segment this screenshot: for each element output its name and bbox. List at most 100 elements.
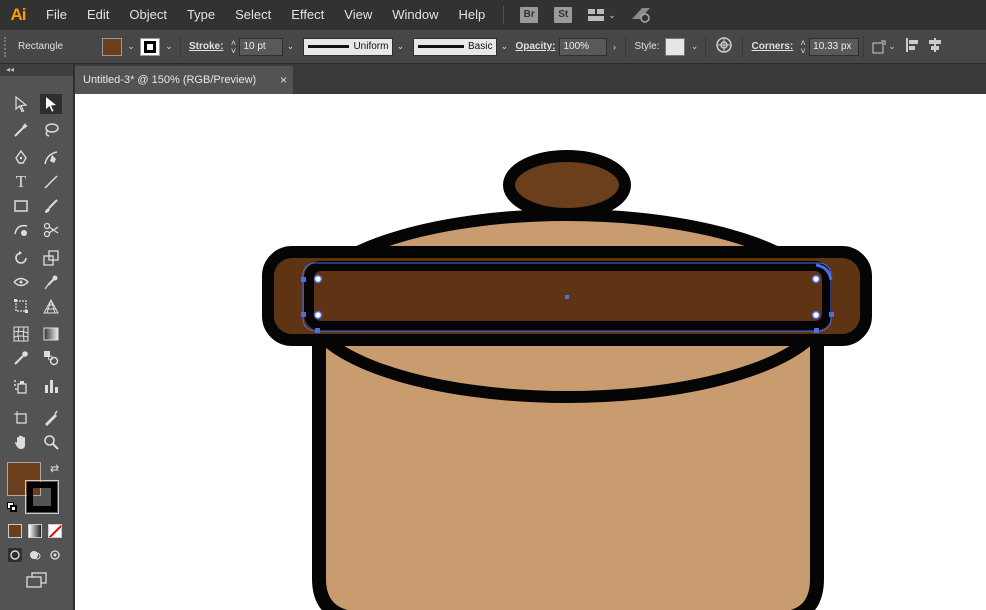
close-tab-icon[interactable]: × xyxy=(280,73,287,87)
variable-width-profile[interactable]: Uniform xyxy=(303,37,394,56)
hand-tool-icon[interactable] xyxy=(10,432,32,452)
blend-tool-icon[interactable] xyxy=(40,348,62,368)
stroke-weight-input[interactable]: 10 pt xyxy=(239,37,284,56)
artwork xyxy=(262,150,872,610)
corners-stepper[interactable]: ˄ ˅ xyxy=(797,38,809,56)
perspective-grid-tool-icon[interactable] xyxy=(40,296,62,316)
width-tool-icon[interactable] xyxy=(10,272,32,292)
opacity-input[interactable]: 100% xyxy=(559,37,608,56)
mesh-tool-icon[interactable] xyxy=(10,324,32,344)
panel-grip[interactable] xyxy=(4,36,10,57)
draw-normal-icon[interactable] xyxy=(8,548,22,562)
direct-selection-tool-icon[interactable] xyxy=(40,94,62,114)
menu-window[interactable]: Window xyxy=(382,0,448,30)
slice-tool-icon[interactable] xyxy=(40,408,62,428)
eyedropper-tool-icon[interactable] xyxy=(10,348,32,368)
scissors-tool-icon[interactable] xyxy=(40,220,62,240)
color-mode-button[interactable] xyxy=(8,524,22,538)
shaper-tool-icon[interactable] xyxy=(10,220,32,240)
default-fill-stroke-icon[interactable] xyxy=(7,502,17,512)
live-corner-widget[interactable] xyxy=(811,274,821,284)
align-center-icon[interactable] xyxy=(928,38,942,55)
none-mode-button[interactable] xyxy=(48,524,62,538)
stroke-label[interactable]: Stroke: xyxy=(189,41,223,52)
brush-definition[interactable]: Basic xyxy=(413,37,498,56)
fill-swatch[interactable] xyxy=(102,37,122,56)
anchor-point[interactable] xyxy=(301,312,306,317)
draw-inside-icon[interactable] xyxy=(48,548,62,562)
menu-view[interactable]: View xyxy=(334,0,382,30)
corners-input[interactable]: 10.33 px xyxy=(809,37,860,56)
menu-file[interactable]: File xyxy=(36,0,77,30)
stroke-weight-stepper[interactable]: ˄ ˅ xyxy=(227,38,239,56)
divider xyxy=(625,35,627,58)
anchor-point[interactable] xyxy=(315,328,320,333)
menu-help[interactable]: Help xyxy=(448,0,495,30)
artboard-canvas[interactable] xyxy=(75,94,986,610)
anchor-point[interactable] xyxy=(829,312,834,317)
magic-wand-tool-icon[interactable] xyxy=(10,120,32,140)
menu-object[interactable]: Object xyxy=(119,0,177,30)
menu-select[interactable]: Select xyxy=(225,0,281,30)
column-graph-tool-icon[interactable] xyxy=(40,376,62,396)
live-corner-widget[interactable] xyxy=(313,310,323,320)
stroke-color-swatch[interactable] xyxy=(25,480,59,514)
puppet-warp-tool-icon[interactable] xyxy=(40,272,62,292)
gpu-performance-icon[interactable] xyxy=(630,5,652,26)
style-dropdown-icon[interactable]: ⌄ xyxy=(687,38,701,56)
gradient-mode-button[interactable] xyxy=(28,524,42,538)
symbol-sprayer-tool-icon[interactable] xyxy=(10,376,32,396)
live-corner-widget[interactable] xyxy=(811,310,821,320)
line-segment-tool-icon[interactable] xyxy=(40,172,62,192)
anchor-point[interactable] xyxy=(814,328,819,333)
style-label: Style: xyxy=(634,41,660,52)
collapse-toolbar-button[interactable]: ◂◂ xyxy=(0,64,73,76)
center-point[interactable] xyxy=(565,295,569,299)
opacity-arrow-icon[interactable]: › xyxy=(607,38,621,56)
align-left-icon[interactable] xyxy=(905,38,920,55)
gradient-tool-icon[interactable] xyxy=(40,324,62,344)
selection-tool-icon[interactable] xyxy=(10,94,32,114)
document-tab-bar: Untitled-3* @ 150% (RGB/Preview) × xyxy=(75,64,986,94)
shape-options-icon[interactable]: ⌄ xyxy=(872,40,896,54)
menu-type[interactable]: Type xyxy=(177,0,225,30)
scale-tool-icon[interactable] xyxy=(40,248,62,268)
rectangle-tool-icon[interactable] xyxy=(10,196,32,216)
fill-dropdown-icon[interactable]: ⌄ xyxy=(124,38,138,56)
stroke-swatch[interactable] xyxy=(140,37,160,56)
menu-edit[interactable]: Edit xyxy=(77,0,119,30)
divider xyxy=(180,35,181,58)
lasso-tool-icon[interactable] xyxy=(40,120,62,140)
rotate-tool-icon[interactable] xyxy=(10,248,32,268)
free-transform-tool-icon[interactable] xyxy=(10,296,32,316)
zoom-tool-icon[interactable] xyxy=(40,432,62,452)
workspace-switcher-icon[interactable]: ⌄ xyxy=(588,9,616,21)
corners-label[interactable]: Corners: xyxy=(751,41,793,52)
curvature-tool-icon[interactable] xyxy=(40,148,62,168)
stroke-profile-label: Uniform xyxy=(353,41,389,52)
document-tab[interactable]: Untitled-3* @ 150% (RGB/Preview) × xyxy=(75,66,293,94)
opacity-label[interactable]: Opacity: xyxy=(515,41,555,52)
profile-dropdown-icon[interactable]: ⌄ xyxy=(393,38,407,56)
graphic-style-swatch[interactable] xyxy=(665,37,686,56)
paintbrush-tool-icon[interactable] xyxy=(40,196,62,216)
artboard-tool-icon[interactable] xyxy=(10,408,32,428)
stroke-weight-dropdown-icon[interactable]: ⌄ xyxy=(283,38,297,56)
live-corner-widget[interactable] xyxy=(313,274,323,284)
screen-mode-icon[interactable] xyxy=(26,572,48,588)
menu-effect[interactable]: Effect xyxy=(281,0,334,30)
object-type-label: Rectangle xyxy=(18,41,64,52)
anchor-point[interactable] xyxy=(301,277,306,282)
stroke-color-dropdown-icon[interactable]: ⌄ xyxy=(162,38,176,56)
swap-fill-stroke-icon[interactable]: ⇄ xyxy=(50,462,59,475)
pen-tool-icon[interactable] xyxy=(10,148,32,168)
bridge-button[interactable]: Br xyxy=(520,7,539,23)
type-tool-icon[interactable]: T xyxy=(10,172,32,192)
menu-separator xyxy=(503,6,505,24)
stock-button[interactable]: St xyxy=(554,7,573,23)
lid-knob[interactable] xyxy=(503,150,631,220)
brush-dropdown-icon[interactable]: ⌄ xyxy=(497,38,511,56)
draw-behind-icon[interactable] xyxy=(28,548,42,562)
recolor-artwork-icon[interactable] xyxy=(716,37,733,56)
control-bar: Rectangle ⌄ ⌄ Stroke: ˄ ˅ 10 pt ⌄ Uniform… xyxy=(0,30,986,64)
